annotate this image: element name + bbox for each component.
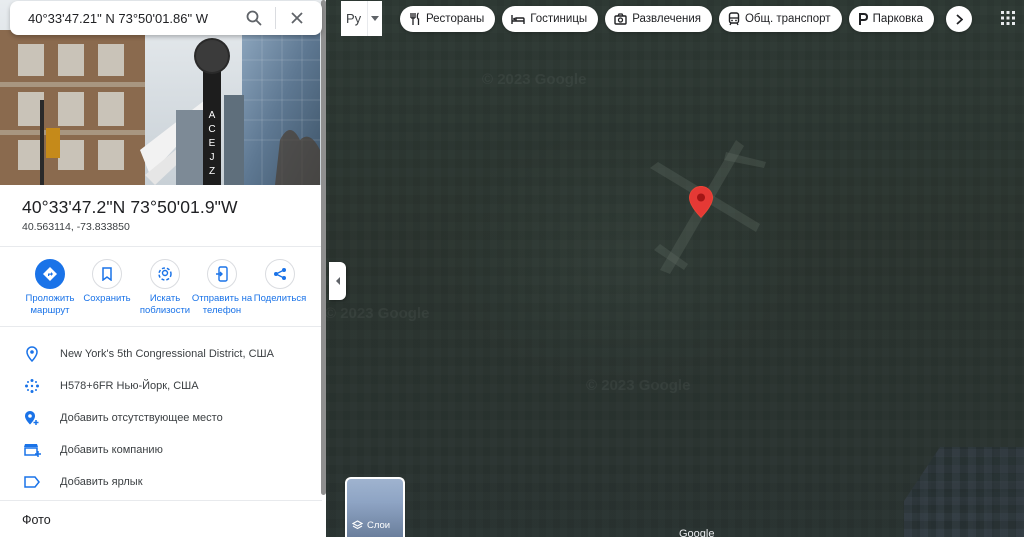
label-icon (23, 473, 41, 491)
add-missing-place-text: Добавить отсутствующее место (60, 412, 223, 424)
panel-scrollbar[interactable] (321, 0, 326, 495)
transit-icon (728, 12, 740, 26)
collapse-panel-button[interactable] (329, 262, 346, 300)
save-button[interactable]: Сохранить (76, 259, 138, 305)
svg-text:Z: Z (209, 166, 215, 177)
add-missing-place-row[interactable]: Добавить отсутствующее место (0, 403, 322, 433)
parking-icon (858, 13, 868, 25)
close-icon (291, 12, 303, 24)
search-icon (246, 10, 262, 26)
share-icon (265, 259, 295, 289)
hotel-icon (511, 13, 525, 25)
directions-button[interactable]: Проложить маршрут (19, 259, 81, 317)
nearby-icon (150, 259, 180, 289)
directions-label: Проложить маршрут (25, 293, 75, 316)
place-decimal-coordinates: 40.563114, -73.833850 (22, 221, 130, 233)
plus-code-icon (23, 377, 41, 395)
chip-restaurants-label: Рестораны (426, 13, 485, 25)
chevron-left-icon (335, 277, 340, 285)
address-row[interactable]: New York's 5th Congressional District, С… (0, 339, 322, 369)
chip-transit-label: Общ. транспорт (744, 13, 831, 25)
chip-transit[interactable]: Общ. транспорт (718, 6, 842, 32)
chevron-right-icon (955, 13, 963, 25)
restaurant-icon (409, 12, 421, 26)
send-to-phone-button[interactable]: Отправить на телефон (191, 259, 253, 317)
directions-icon (35, 259, 65, 289)
add-business-row[interactable]: Добавить компанию (0, 435, 322, 465)
divider (0, 500, 322, 501)
nearby-button[interactable]: Искать поблизости (134, 259, 196, 317)
share-label: Поделиться (253, 293, 307, 304)
add-place-icon (23, 409, 41, 427)
map-watermark: © 2023 Google (586, 377, 691, 394)
search-input[interactable] (10, 10, 236, 26)
clear-search-button[interactable] (279, 1, 315, 35)
place-title: 40°33'47.2"N 73°50'01.9"W (22, 197, 238, 217)
nearby-label: Искать поблизости (139, 293, 191, 316)
chip-parking-label: Парковка (872, 13, 923, 25)
chips-next-button[interactable] (946, 6, 972, 32)
save-label: Сохранить (83, 293, 131, 304)
layers-button[interactable]: Слои (345, 477, 405, 537)
layers-label: Слои (367, 520, 391, 531)
search-divider (275, 7, 276, 29)
category-chips: Рестораны Гостиницы Развлечения Общ. тра… (400, 6, 934, 32)
map-label: Google (679, 528, 715, 537)
layers-label-group: Слои (352, 520, 390, 531)
add-business-icon (23, 441, 41, 459)
divider (0, 326, 322, 327)
chip-restaurants[interactable]: Рестораны (400, 6, 496, 32)
divider (0, 246, 322, 247)
camera-icon (614, 13, 627, 25)
apps-grid-icon (1001, 11, 1015, 25)
chip-attractions[interactable]: Развлечения (605, 6, 712, 32)
svg-text:J: J (210, 152, 215, 163)
add-business-text: Добавить компанию (60, 444, 163, 456)
place-panel: A C E J Z 40°33'47.2"N 73°50'01.9"W 40.5… (0, 0, 326, 537)
map-watermark: © 2023 Google (325, 305, 430, 322)
apps-button[interactable] (995, 5, 1021, 31)
chip-attractions-label: Развлечения (632, 13, 701, 25)
location-marker-icon[interactable] (689, 186, 713, 218)
search-button[interactable] (236, 1, 272, 35)
add-label-row[interactable]: Добавить ярлык (0, 467, 322, 497)
share-button[interactable]: Поделиться (249, 259, 311, 305)
language-label: Ру (346, 11, 362, 26)
location-pin-icon (23, 345, 41, 363)
svg-text:C: C (208, 124, 215, 135)
language-dropdown-arrow[interactable] (367, 1, 381, 36)
plus-code-row[interactable]: H578+6FR Нью-Йорк, США (0, 371, 322, 401)
photos-heading: Фото (22, 513, 51, 527)
chip-hotels-label: Гостиницы (530, 13, 588, 25)
caret-down-icon (370, 16, 379, 21)
address-text: New York's 5th Congressional District, С… (60, 348, 274, 360)
chip-parking[interactable]: Парковка (848, 6, 934, 32)
bookmark-icon (92, 259, 122, 289)
send-to-phone-label: Отправить на телефон (191, 293, 253, 316)
map-watermark: © 2023 Google (482, 71, 587, 88)
chip-hotels[interactable]: Гостиницы (502, 6, 599, 32)
search-box[interactable] (10, 1, 322, 35)
svg-text:A: A (209, 110, 216, 121)
plus-code-text: H578+6FR Нью-Йорк, США (60, 380, 199, 392)
language-selector[interactable]: Ру (341, 1, 382, 36)
send-to-phone-icon (207, 259, 237, 289)
layers-icon (352, 520, 363, 530)
svg-text:E: E (209, 138, 216, 149)
add-label-text: Добавить ярлык (60, 476, 143, 488)
